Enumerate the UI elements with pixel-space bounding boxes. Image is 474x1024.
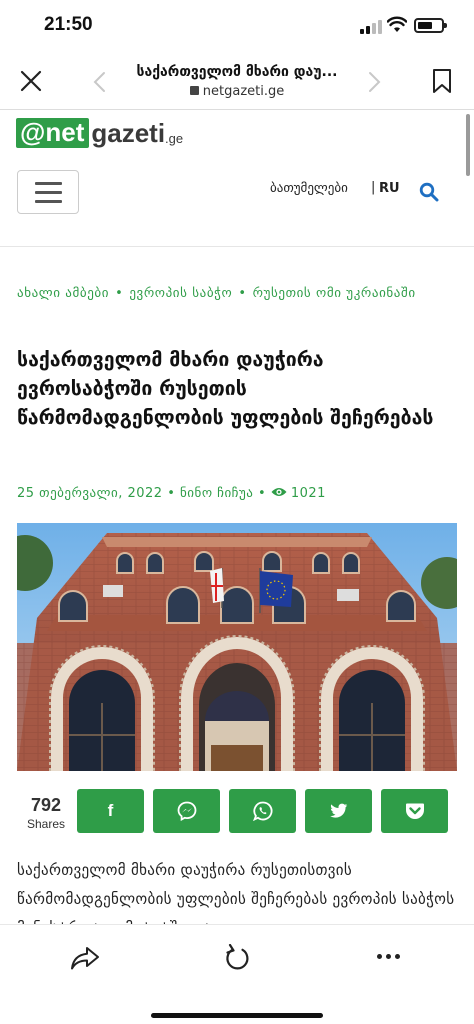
- language-ru-link[interactable]: RU: [379, 181, 400, 196]
- domain-text: netgazeti.ge: [202, 84, 285, 99]
- article-body-excerpt: საქართველომ მხარი დაუჭირა რუსეთისთვის წა…: [17, 861, 455, 926]
- battery-icon: [414, 18, 447, 33]
- facebook-share-button[interactable]: f: [77, 789, 144, 833]
- menu-line-icon: [35, 200, 62, 203]
- site-divider: [0, 246, 474, 247]
- pocket-icon: [405, 803, 424, 819]
- batumelebi-link[interactable]: ბათუმელები: [270, 181, 348, 196]
- url-domain[interactable]: netgazeti.ge: [120, 84, 354, 99]
- browser-toolbar: [0, 924, 474, 1024]
- site-logo[interactable]: @net gazeti .ge: [16, 117, 183, 149]
- article-meta: 25 თებერვალი, 2022 • ნინო ჩიჩუა • 1021: [17, 486, 326, 501]
- search-icon[interactable]: [419, 182, 439, 202]
- share-label: Shares: [26, 817, 66, 831]
- messenger-share-button[interactable]: [153, 789, 220, 833]
- menu-line-icon: [35, 182, 62, 185]
- view-count: 1021: [290, 486, 326, 501]
- eye-icon: [271, 488, 287, 496]
- home-indicator[interactable]: [151, 1013, 323, 1018]
- logo-badge: @net: [16, 118, 90, 148]
- article-title: საქართველომ მხარი დაუჭირა ევროსაბჭოში რუ…: [17, 348, 434, 429]
- category-link[interactable]: ევროპის საბჭო: [129, 286, 232, 301]
- share-icon[interactable]: [70, 945, 100, 971]
- cellular-signal-icon: [360, 20, 382, 34]
- close-icon[interactable]: [18, 68, 44, 94]
- back-chevron-icon[interactable]: [90, 70, 110, 94]
- browser-bar: საქართველომ მხარი დაუ... netgazeti.ge: [0, 54, 474, 110]
- forward-chevron-icon[interactable]: [364, 70, 384, 94]
- category-dot: •: [238, 286, 247, 301]
- pocket-share-button[interactable]: [381, 789, 448, 833]
- logo-text: gazeti: [91, 117, 166, 148]
- share-count: 792: [30, 795, 62, 815]
- hamburger-menu-button[interactable]: [17, 170, 79, 214]
- whatsapp-icon: [252, 801, 272, 821]
- more-icon[interactable]: [377, 954, 401, 962]
- page-title[interactable]: საქართველომ მხარი დაუ...: [120, 64, 354, 80]
- header-separator: |: [371, 180, 376, 195]
- menu-line-icon: [35, 191, 62, 194]
- messenger-icon: [177, 801, 196, 821]
- article-author[interactable]: ნინო ჩიჩუა: [180, 486, 253, 501]
- whatsapp-share-button[interactable]: [229, 789, 296, 833]
- bookmark-icon[interactable]: [432, 68, 452, 94]
- wifi-icon: [387, 16, 407, 32]
- browser-divider: [0, 109, 474, 110]
- meta-dot: •: [258, 486, 271, 501]
- category-link[interactable]: ახალი ამბები: [17, 286, 109, 301]
- meta-dot: •: [167, 486, 180, 501]
- logo-tld: .ge: [165, 130, 184, 146]
- reload-icon[interactable]: [224, 944, 250, 972]
- category-link[interactable]: რუსეთის ომი უკრაინაში: [253, 286, 416, 301]
- lock-icon: [189, 86, 199, 95]
- facebook-icon: f: [107, 801, 114, 820]
- article-categories: ახალი ამბები • ევროპის საბჭო • რუსეთის ომი უ…: [17, 284, 457, 304]
- twitter-share-button[interactable]: [305, 789, 372, 833]
- page-scrollbar[interactable]: [466, 114, 470, 176]
- article-date: 25 თებერვალი, 2022: [17, 486, 163, 501]
- status-bar: 21:50: [0, 0, 474, 54]
- twitter-icon: [329, 803, 347, 818]
- category-dot: •: [115, 286, 124, 301]
- article-photo[interactable]: [17, 523, 457, 771]
- status-time: 21:50: [44, 14, 93, 35]
